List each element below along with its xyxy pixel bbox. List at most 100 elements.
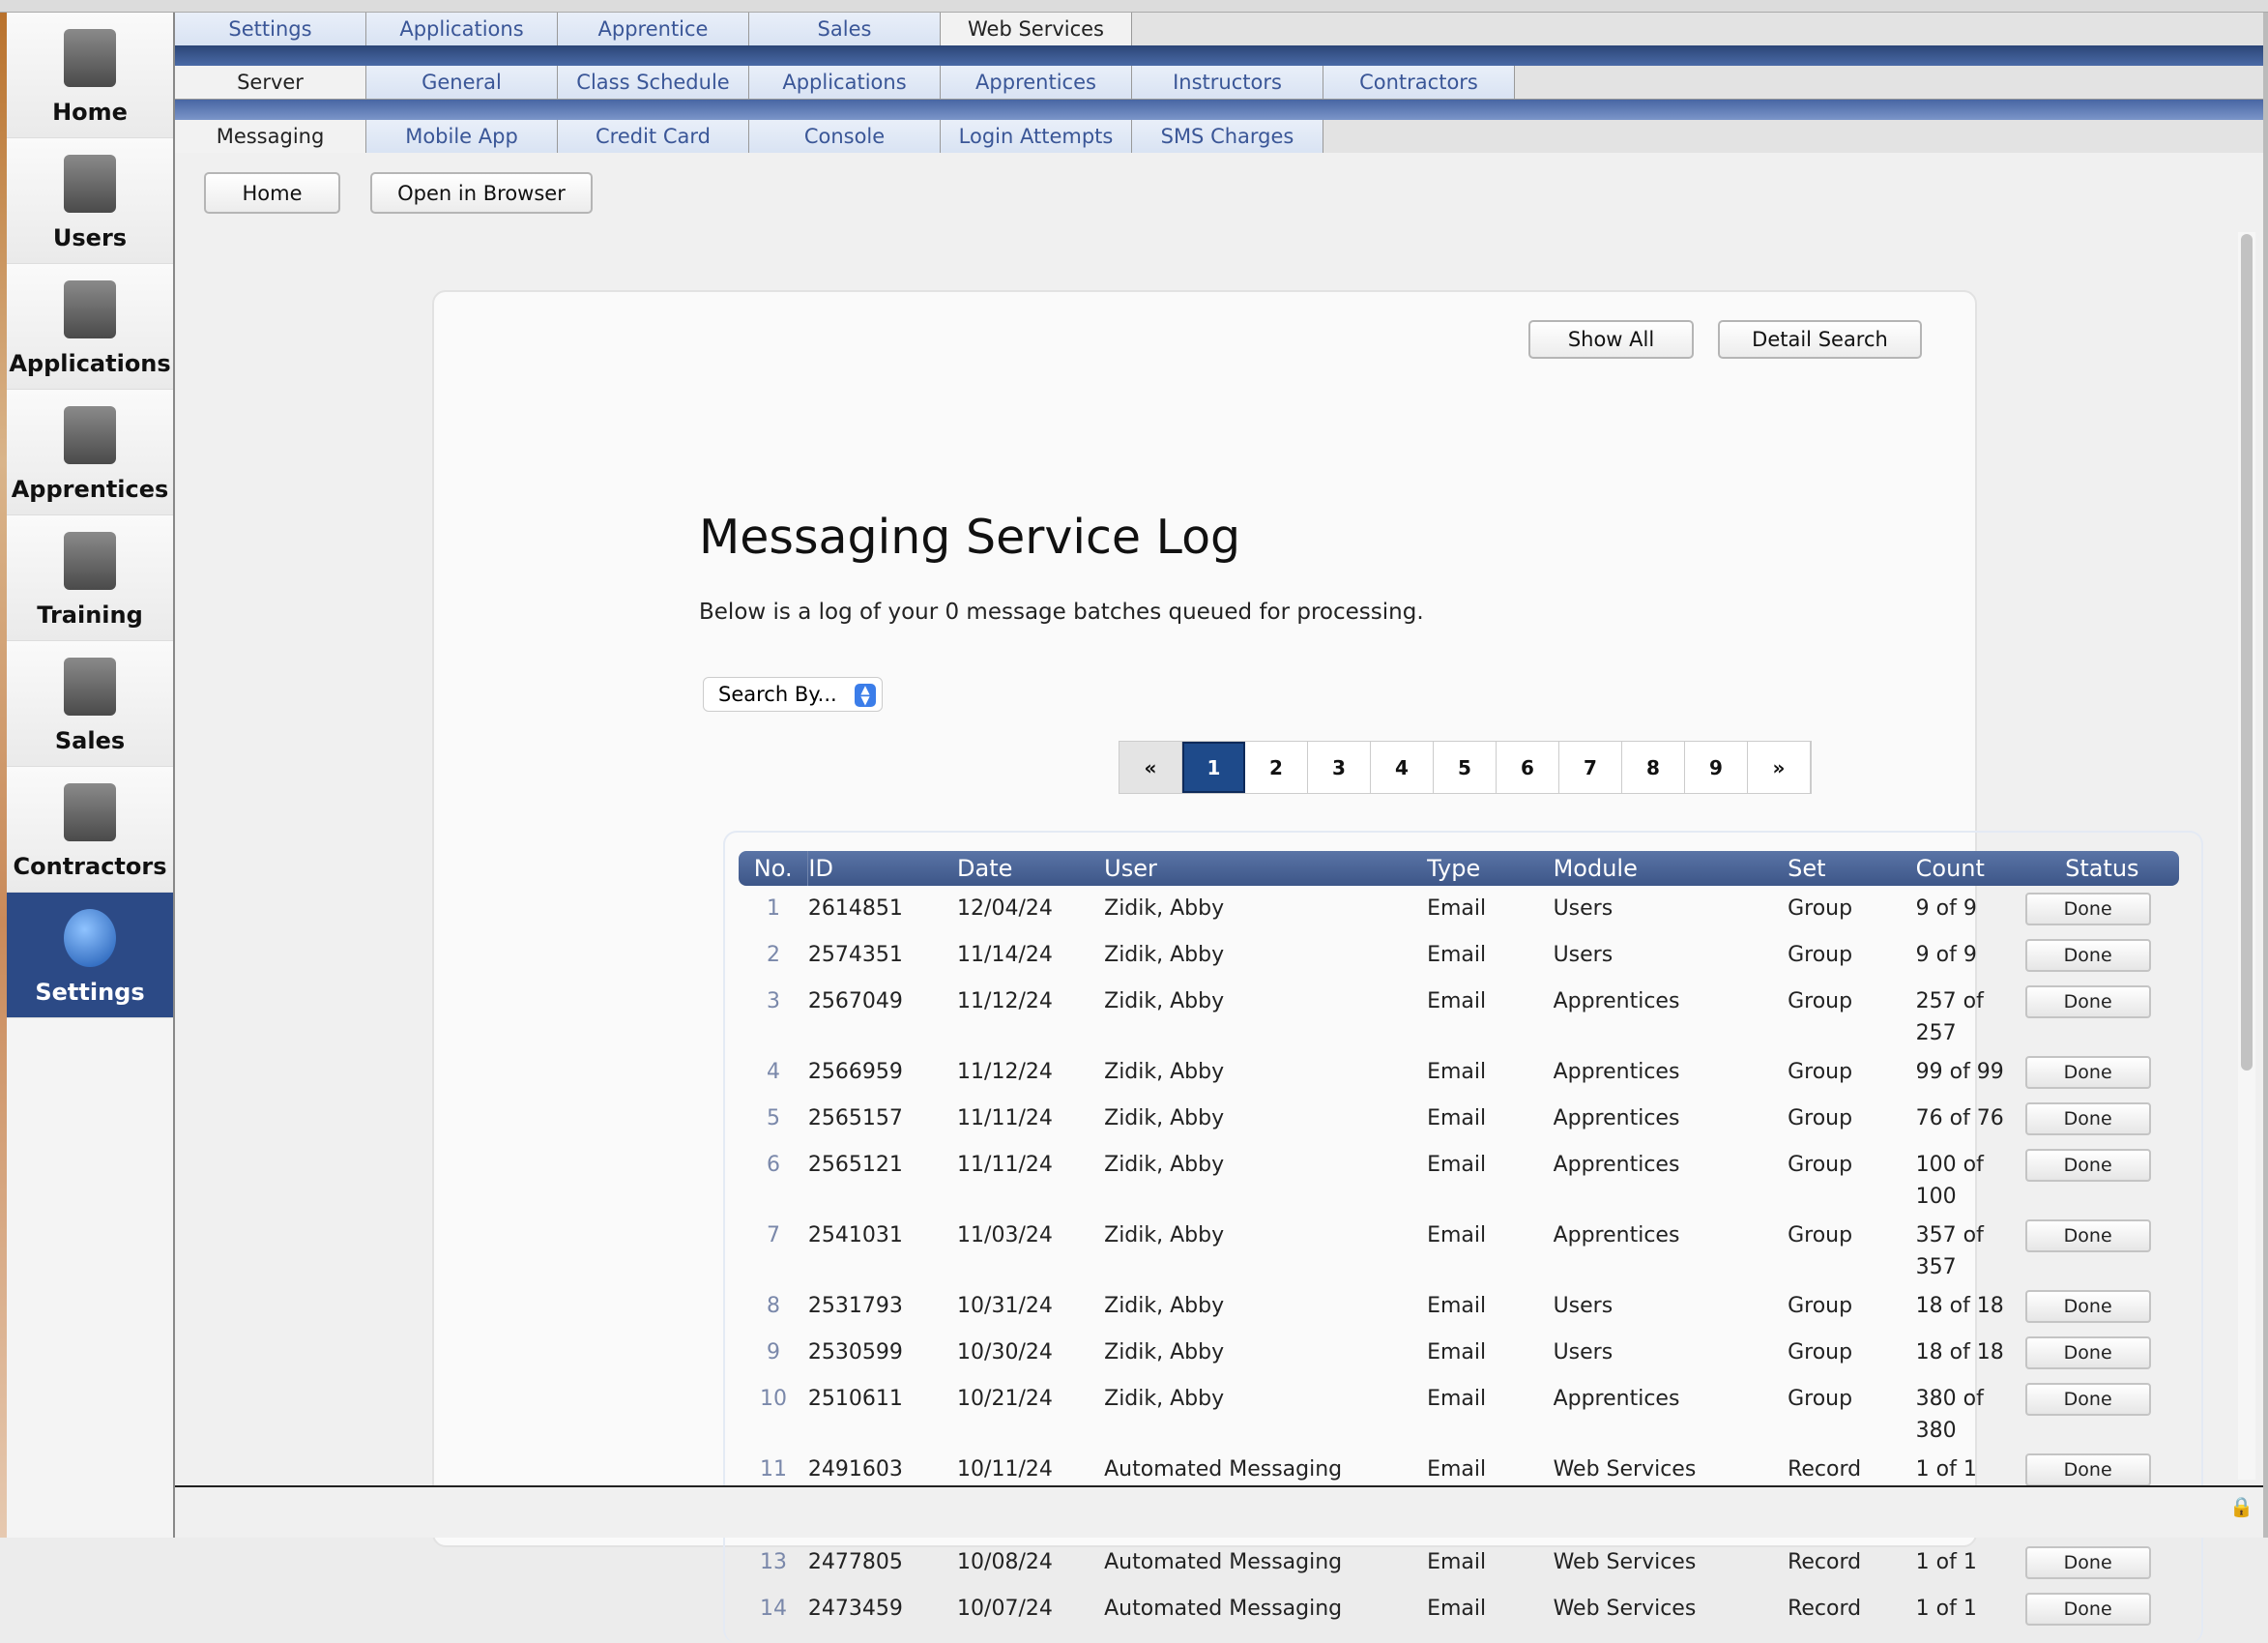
status-done-button[interactable]: Done	[2024, 1219, 2151, 1252]
row-status: Done	[2024, 1049, 2179, 1096]
row-module: Apprentices	[1553, 1387, 1680, 1411]
pagination-prev-button[interactable]: «	[1119, 742, 1182, 793]
row-module: Web Services	[1553, 1597, 1697, 1621]
status-done-button[interactable]: Done	[2024, 985, 2151, 1018]
status-done-button[interactable]: Done	[2024, 939, 2151, 972]
sidebar-item-apprentices[interactable]: Apprentices	[7, 390, 173, 515]
search-by-select[interactable]: Search By... ▲ ▼	[703, 677, 883, 712]
tab-messaging[interactable]: Messaging	[175, 120, 366, 153]
row-date: 10/08/24	[957, 1550, 1053, 1574]
row-date: 10/30/24	[957, 1340, 1053, 1364]
row-number: 10	[759, 1387, 787, 1411]
pagination-page-6[interactable]: 6	[1497, 742, 1559, 793]
tab-applications[interactable]: Applications	[366, 13, 558, 45]
column-header-set[interactable]: Set	[1788, 851, 1916, 886]
show-all-button[interactable]: Show All	[1528, 320, 1694, 359]
row-user: Zidik, Abby	[1104, 1387, 1225, 1411]
row-set: Group	[1788, 1387, 1853, 1411]
sidebar-item-contractors[interactable]: Contractors	[7, 767, 173, 893]
tab-web-services[interactable]: Web Services	[941, 13, 1132, 45]
tab-credit-card[interactable]: Credit Card	[558, 120, 749, 153]
tab-class-schedule[interactable]: Class Schedule	[558, 66, 749, 99]
scrollbar-thumb[interactable]	[2241, 234, 2253, 1071]
status-done-button[interactable]: Done	[2024, 1102, 2151, 1135]
status-done-button[interactable]: Done	[2024, 893, 2151, 925]
row-id: 2510611	[807, 1387, 903, 1411]
column-header-module[interactable]: Module	[1554, 851, 1788, 886]
tab-instructors[interactable]: Instructors	[1132, 66, 1323, 99]
table-header-row: No. ID Date User Type Module Set Count Status	[739, 851, 2179, 886]
tab-applications[interactable]: Applications	[749, 66, 941, 99]
sidebar-item-home[interactable]: Home	[7, 13, 173, 138]
column-header-no[interactable]: No.	[739, 851, 809, 886]
row-id: 2574351	[807, 943, 903, 967]
row-status: Done	[2024, 1330, 2179, 1376]
pagination-page-9[interactable]: 9	[1685, 742, 1748, 793]
pagination-page-7[interactable]: 7	[1559, 742, 1622, 793]
open-in-browser-button[interactable]: Open in Browser	[370, 172, 593, 214]
tab-sales[interactable]: Sales	[749, 13, 941, 45]
sidebar-item-label: Sales	[54, 727, 126, 754]
row-type: Email	[1427, 1060, 1487, 1084]
status-bar: 🔒	[175, 1485, 2263, 1538]
sidebar-item-applications[interactable]: Applications	[7, 264, 173, 390]
sidebar-item-sales[interactable]: Sales	[7, 641, 173, 767]
pagination-page-3[interactable]: 3	[1308, 742, 1371, 793]
status-done-button[interactable]: Done	[2024, 1056, 2151, 1089]
tab-apprentices[interactable]: Apprentices	[941, 66, 1132, 99]
tab-login-attempts[interactable]: Login Attempts	[941, 120, 1132, 153]
tab-contractors[interactable]: Contractors	[1323, 66, 1515, 99]
row-type: Email	[1427, 1294, 1487, 1318]
row-user: Zidik, Abby	[1104, 989, 1225, 1013]
tab-mobile-app[interactable]: Mobile App	[366, 120, 558, 153]
row-status: Done	[2024, 1142, 2179, 1213]
lock-icon: 🔒	[2229, 1495, 2253, 1518]
sidebar-item-users[interactable]: Users	[7, 138, 173, 264]
tab-general[interactable]: General	[366, 66, 558, 99]
status-done-button[interactable]: Done	[2024, 1383, 2151, 1416]
tab-sms-charges[interactable]: SMS Charges	[1132, 120, 1323, 153]
page-title: Messaging Service Log	[699, 510, 1241, 565]
tabs-row-tertiary: Messaging Mobile App Credit Card Console Log…	[175, 120, 2263, 154]
status-done-button[interactable]: Done	[2024, 1290, 2151, 1323]
row-count: 9 of 9	[1915, 896, 1977, 921]
pagination-next-button[interactable]: »	[1748, 742, 1811, 793]
tab-settings[interactable]: Settings	[175, 13, 366, 45]
pagination-page-8[interactable]: 8	[1622, 742, 1685, 793]
status-done-button[interactable]: Done	[2024, 1453, 2151, 1486]
row-user: Zidik, Abby	[1104, 1153, 1225, 1177]
pagination-page-4[interactable]: 4	[1371, 742, 1434, 793]
status-done-button[interactable]: Done	[2024, 1336, 2151, 1369]
sidebar-item-settings[interactable]: Settings	[7, 893, 173, 1018]
column-header-id[interactable]: ID	[808, 851, 957, 886]
row-set: Group	[1788, 1106, 1853, 1130]
table-row: 2 2574351 11/14/24 Zidik, Abby Email Users Gro…	[739, 932, 2179, 979]
content-area: Home Open in Browser Show All Detail Sea…	[175, 153, 2263, 1643]
pagination-page-5[interactable]: 5	[1434, 742, 1497, 793]
column-header-count[interactable]: Count	[1916, 851, 2025, 886]
column-header-date[interactable]: Date	[957, 851, 1104, 886]
column-header-user[interactable]: User	[1104, 851, 1427, 886]
row-type: Email	[1427, 1106, 1487, 1130]
id-card-icon	[64, 406, 116, 464]
row-status: Done	[2024, 1213, 2179, 1283]
detail-search-button[interactable]: Detail Search	[1718, 320, 1922, 359]
table-row: 13 2477805 10/08/24 Automated Messaging Emai…	[739, 1540, 2179, 1586]
column-header-type[interactable]: Type	[1427, 851, 1554, 886]
status-done-button[interactable]: Done	[2024, 1546, 2151, 1579]
row-number: 8	[766, 1294, 780, 1318]
status-done-button[interactable]: Done	[2024, 1149, 2151, 1182]
tab-server[interactable]: Server	[175, 66, 366, 99]
tab-console[interactable]: Console	[749, 120, 941, 153]
row-user: Zidik, Abby	[1104, 1223, 1225, 1247]
sidebar-item-training[interactable]: Training	[7, 515, 173, 641]
column-header-status[interactable]: Status	[2025, 851, 2179, 886]
status-done-button[interactable]: Done	[2024, 1593, 2151, 1626]
pagination-page-1[interactable]: 1	[1182, 742, 1245, 793]
table-row: 9 2530599 10/30/24 Zidik, Abby Email Users Gro…	[739, 1330, 2179, 1376]
home-button[interactable]: Home	[204, 172, 340, 214]
row-id: 2567049	[807, 989, 903, 1013]
tab-apprentice[interactable]: Apprentice	[558, 13, 749, 45]
row-number: 6	[766, 1153, 780, 1177]
pagination-page-2[interactable]: 2	[1245, 742, 1308, 793]
